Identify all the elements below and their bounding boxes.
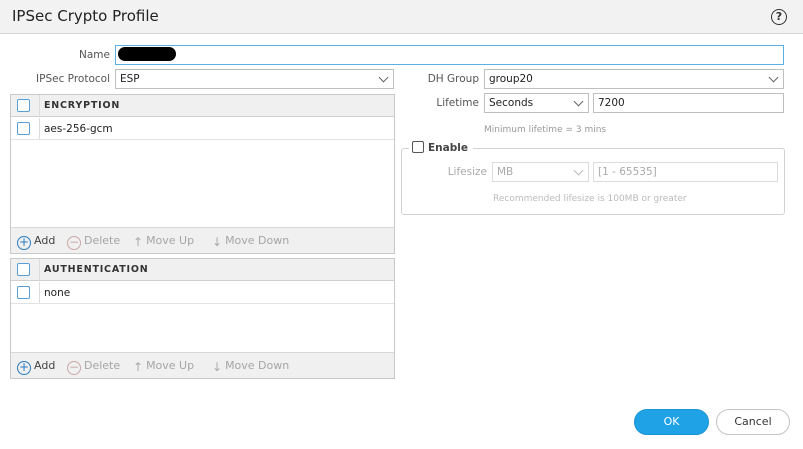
move-down-encryption-button[interactable]: ↓ Move Down (212, 234, 289, 249)
ipsec-protocol-select[interactable]: ESP (115, 69, 394, 89)
chevron-down-icon (573, 96, 584, 107)
lifesize-unit-select[interactable]: MB (492, 162, 589, 182)
row-checkbox[interactable] (17, 122, 30, 135)
lifetime-hint: Minimum lifetime = 3 mins (484, 125, 607, 135)
dh-group-select[interactable]: group20 (484, 69, 784, 89)
dh-group-value: group20 (489, 73, 533, 85)
delete-encryption-button[interactable]: − Delete (67, 234, 120, 250)
authentication-toolbar: + Add − Delete ↑ Move Up ↓ Move Down (11, 352, 394, 378)
ipsec-protocol-label: IPSec Protocol (36, 73, 110, 85)
arrow-up-icon: ↑ (133, 360, 144, 374)
dh-group-label: DH Group (427, 73, 479, 85)
name-input[interactable] (115, 45, 784, 65)
cancel-button[interactable]: Cancel (716, 409, 790, 435)
lifesize-placeholder: [1 - 65535] (598, 166, 657, 178)
authentication-value: none (44, 287, 71, 299)
minus-circle-icon: − (67, 235, 81, 250)
ok-button[interactable]: OK (634, 409, 709, 435)
move-up-authentication-button[interactable]: ↑ Move Up (133, 359, 194, 374)
name-label: Name (79, 49, 110, 61)
lifetime-unit-value: Seconds (489, 97, 534, 109)
row-checkbox[interactable] (17, 286, 30, 299)
authentication-grid-header: AUTHENTICATION (11, 259, 394, 281)
authentication-column-header: AUTHENTICATION (44, 264, 149, 275)
arrow-up-icon: ↑ (133, 235, 144, 249)
arrow-down-icon: ↓ (212, 360, 223, 374)
dialog-title: IPSec Crypto Profile (12, 7, 159, 25)
encryption-toolbar: + Add − Delete ↑ Move Up ↓ Move Down (11, 227, 394, 253)
arrow-down-icon: ↓ (212, 235, 223, 249)
lifesize-unit-value: MB (497, 166, 514, 178)
lifetime-label: Lifetime (436, 97, 479, 109)
authentication-grid: AUTHENTICATION none + Add − Delete ↑ Move U… (10, 258, 395, 379)
dialog-titlebar: IPSec Crypto Profile ? (0, 0, 803, 34)
encryption-value: aes-256-gcm (44, 123, 113, 135)
add-authentication-button[interactable]: + Add (17, 359, 55, 375)
lifetime-value-input[interactable]: 7200 (593, 93, 784, 113)
enable-legend: Enable (409, 141, 473, 155)
move-down-authentication-button[interactable]: ↓ Move Down (212, 359, 289, 374)
help-icon[interactable]: ? (771, 9, 787, 25)
redacted-name-value (118, 47, 176, 61)
table-row[interactable]: none (11, 282, 394, 304)
chevron-down-icon (768, 72, 779, 83)
encryption-column-header: ENCRYPTION (44, 100, 121, 111)
plus-circle-icon: + (17, 235, 31, 250)
minus-circle-icon: − (67, 360, 81, 375)
lifesize-value-input[interactable]: [1 - 65535] (593, 162, 778, 182)
encryption-grid: ENCRYPTION aes-256-gcm + Add − Delete ↑ Mov… (10, 94, 395, 254)
chevron-down-icon (573, 165, 584, 176)
select-all-authentication-checkbox[interactable] (17, 263, 30, 276)
plus-circle-icon: + (17, 360, 31, 375)
delete-authentication-button[interactable]: − Delete (67, 359, 120, 375)
add-encryption-button[interactable]: + Add (17, 234, 55, 250)
table-row[interactable]: aes-256-gcm (11, 118, 394, 140)
enable-label: Enable (428, 142, 468, 154)
encryption-grid-header: ENCRYPTION (11, 95, 394, 117)
enable-checkbox[interactable] (412, 141, 424, 153)
chevron-down-icon (378, 72, 389, 83)
move-up-encryption-button[interactable]: ↑ Move Up (133, 234, 194, 249)
select-all-encryption-checkbox[interactable] (17, 99, 30, 112)
lifetime-unit-select[interactable]: Seconds (484, 93, 589, 113)
ipsec-protocol-value: ESP (120, 73, 140, 85)
lifesize-hint: Recommended lifesize is 100MB or greater (493, 194, 687, 204)
lifesize-label: Lifesize (447, 166, 487, 178)
